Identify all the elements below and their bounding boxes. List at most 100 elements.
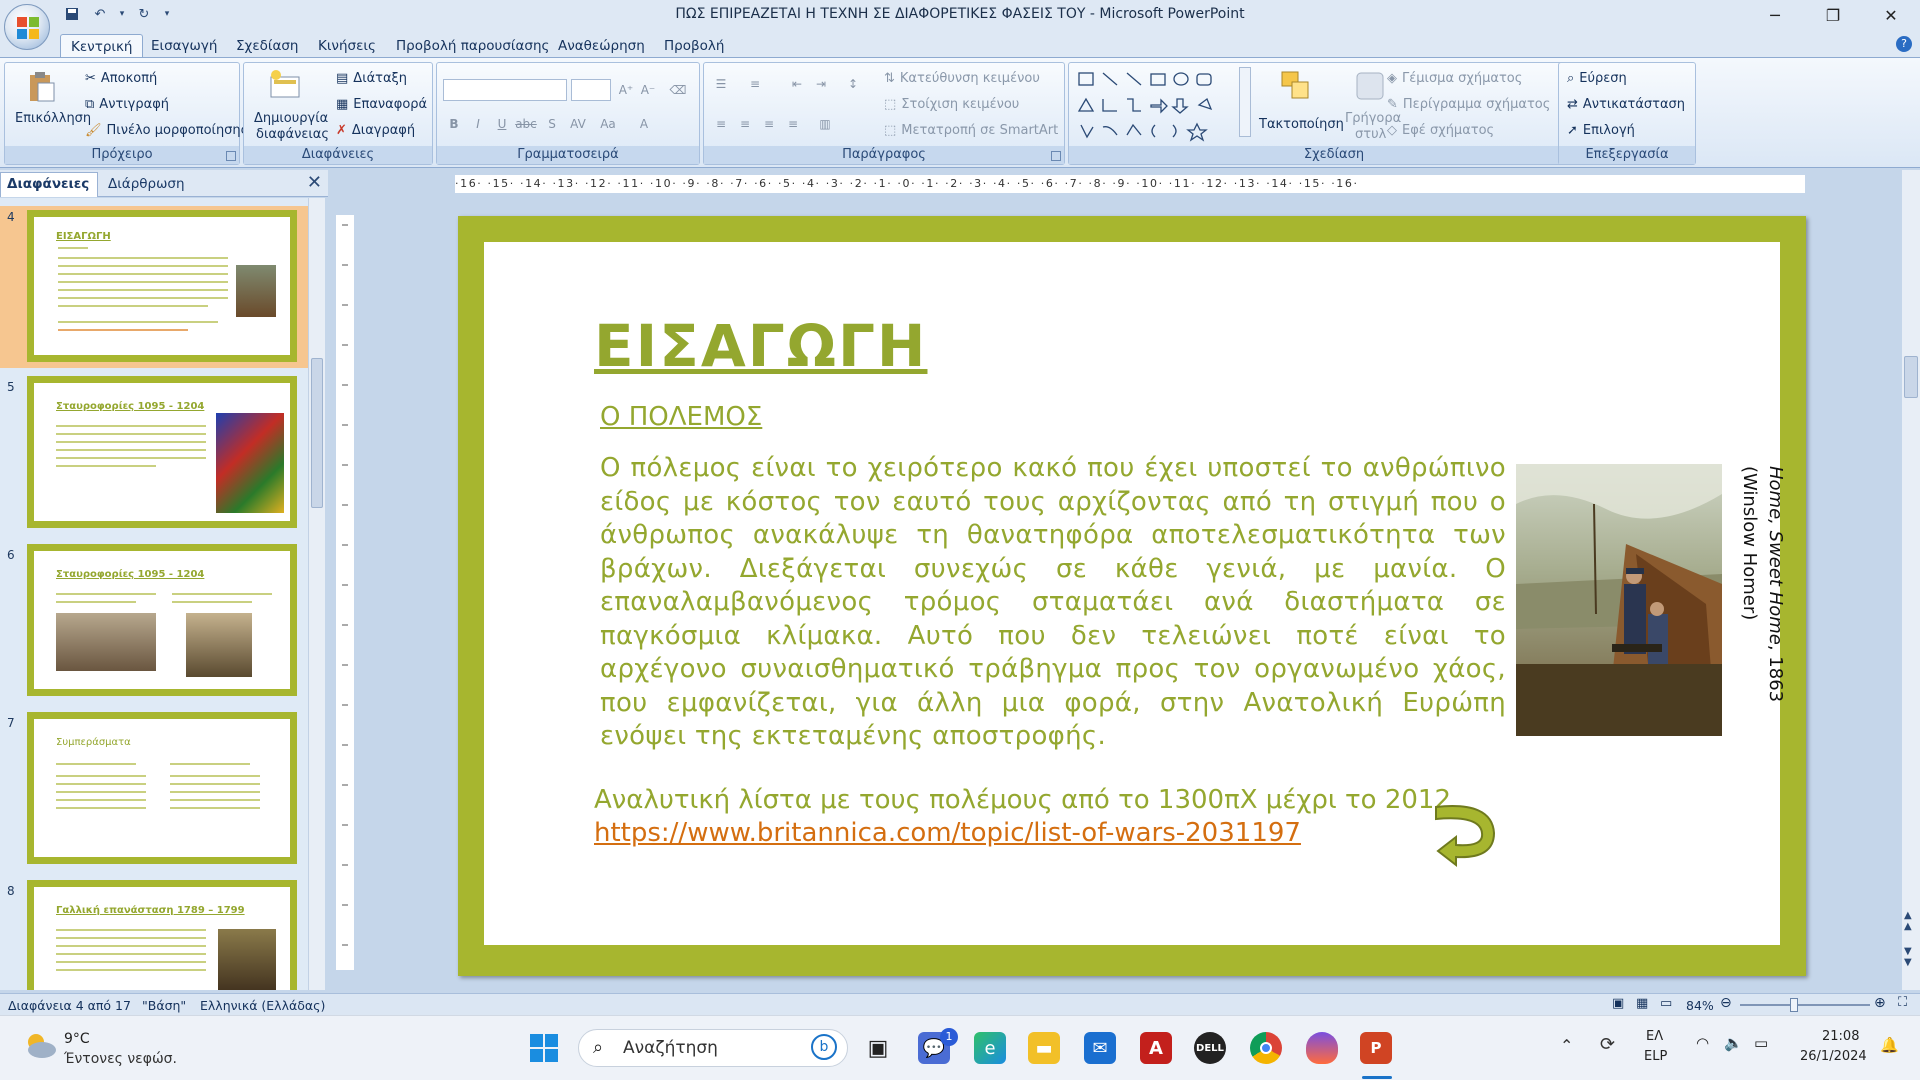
strikethrough-icon[interactable]: abc bbox=[515, 113, 537, 135]
reset-button[interactable]: ▦ Επαναφορά bbox=[336, 97, 427, 112]
slide-thumbnail[interactable]: Σταυροφορίες 1095 - 1204 bbox=[27, 376, 297, 528]
slide-subtitle[interactable]: Ο ΠΟΛΕΜΟΣ bbox=[600, 402, 762, 432]
select-button[interactable]: ➚ Επιλογή bbox=[1567, 123, 1635, 138]
thumbnail-row[interactable]: 6 Σταυροφορίες 1095 - 1204 bbox=[0, 544, 308, 704]
cut-button[interactable]: ✂ Αποκοπή bbox=[85, 71, 157, 86]
shape-effects-button[interactable]: ◇ Εφέ σχήματος bbox=[1387, 123, 1494, 138]
font-color-icon[interactable]: A bbox=[633, 113, 655, 135]
align-center-icon[interactable]: ≡ bbox=[734, 113, 756, 135]
convert-smartart-button[interactable]: ⬚ Μετατροπή σε SmartArt bbox=[884, 123, 1058, 138]
slide-body-text[interactable]: Ο πόλεμος είναι το χειρότερο κακό που έχ… bbox=[600, 452, 1506, 754]
mail-icon[interactable]: ✉ bbox=[1084, 1032, 1116, 1064]
minimize-button[interactable]: ─ bbox=[1746, 0, 1804, 30]
justify-icon[interactable]: ≡ bbox=[782, 113, 804, 135]
britannica-link[interactable]: https://www.britannica.com/topic/list-of… bbox=[594, 818, 1301, 848]
align-text-button[interactable]: ⬚ Στοίχιση κειμένου bbox=[884, 97, 1019, 112]
slide-show-icon[interactable]: ▭ bbox=[1660, 996, 1672, 1011]
painting-image[interactable] bbox=[1516, 464, 1722, 736]
zoom-slider-thumb[interactable] bbox=[1790, 998, 1798, 1012]
clipboard-launcher-icon[interactable] bbox=[226, 151, 236, 161]
slide-canvas[interactable]: ΕΙΣΑΓΩΓΗ Ο ΠΟΛΕΜΟΣ Ο πόλεμος είναι το χε… bbox=[458, 216, 1806, 976]
bullets-icon[interactable]: ☰ bbox=[710, 73, 732, 95]
arrange-button[interactable]: Τακτοποίηση bbox=[1257, 67, 1344, 145]
clock-time[interactable]: 21:08 bbox=[1822, 1029, 1859, 1044]
zoom-out-icon[interactable]: ⊖ bbox=[1720, 995, 1732, 1011]
paint-app-icon[interactable] bbox=[1306, 1032, 1338, 1064]
clear-formatting-icon[interactable]: ⌫ bbox=[667, 79, 689, 101]
chrome-icon[interactable] bbox=[1250, 1032, 1282, 1064]
slide-thumbnail[interactable]: Γαλλική επανάσταση 1789 – 1799 bbox=[27, 880, 297, 990]
slide-sorter-icon[interactable]: ▦ bbox=[1636, 996, 1648, 1011]
language-indicator[interactable]: Ελληνικά (Ελλάδας) bbox=[200, 998, 325, 1013]
restore-button[interactable]: ❐ bbox=[1804, 0, 1862, 30]
taskbar-search[interactable]: ⌕ Αναζήτηση b bbox=[578, 1029, 848, 1067]
paragraph-launcher-icon[interactable] bbox=[1051, 151, 1061, 161]
thumbnail-row[interactable]: 7 Συμπεράσματα bbox=[0, 712, 308, 872]
notifications-bell-icon[interactable]: 🔔 bbox=[1880, 1036, 1899, 1054]
layout-button[interactable]: ▤ Διάταξη bbox=[336, 71, 407, 86]
increase-indent-icon[interactable]: ⇥ bbox=[810, 73, 832, 95]
tab-home[interactable]: Κεντρική bbox=[60, 34, 144, 58]
find-button[interactable]: ⌕ Εύρεση bbox=[1567, 71, 1627, 86]
shapes-gallery-scroll[interactable] bbox=[1239, 67, 1251, 137]
dell-icon[interactable]: DELL bbox=[1194, 1032, 1226, 1064]
shape-outline-button[interactable]: ✎ Περίγραμμα σχήματος bbox=[1387, 97, 1550, 112]
input-language-2[interactable]: ELP bbox=[1644, 1049, 1667, 1064]
line-spacing-icon[interactable]: ↕ bbox=[842, 73, 864, 95]
file-explorer-icon[interactable]: ▬ bbox=[1028, 1032, 1060, 1064]
paste-button[interactable]: Επικόλληση bbox=[11, 67, 91, 142]
help-icon[interactable]: ? bbox=[1896, 36, 1912, 52]
tab-outline[interactable]: Διάρθρωση bbox=[100, 174, 193, 194]
next-slide-icon[interactable]: ▼ ▼ bbox=[1904, 946, 1912, 968]
clock-date[interactable]: 26/1/2024 bbox=[1800, 1049, 1867, 1064]
align-left-icon[interactable]: ≡ bbox=[710, 113, 732, 135]
slide-scrollbar[interactable]: ▲ ▲ ▼ ▼ bbox=[1902, 170, 1920, 990]
shapes-gallery[interactable] bbox=[1077, 71, 1237, 143]
thumbnail-row[interactable]: 5 Σταυροφορίες 1095 - 1204 bbox=[0, 376, 308, 536]
change-case-icon[interactable]: Aa bbox=[597, 113, 619, 135]
shadow-icon[interactable]: S bbox=[541, 113, 563, 135]
return-arrow-icon[interactable] bbox=[1432, 797, 1504, 873]
tab-animations[interactable]: Κινήσεις bbox=[308, 34, 386, 58]
copy-button[interactable]: ⧉ Αντιγραφή bbox=[85, 97, 169, 112]
tab-insert[interactable]: Εισαγωγή bbox=[141, 34, 227, 58]
grow-font-icon[interactable]: A⁺ bbox=[615, 79, 637, 101]
volume-icon[interactable]: 🔈 bbox=[1724, 1034, 1743, 1052]
acrobat-icon[interactable]: A bbox=[1140, 1032, 1172, 1064]
close-button[interactable]: ✕ bbox=[1862, 0, 1920, 30]
shrink-font-icon[interactable]: A⁻ bbox=[637, 79, 659, 101]
edge-icon[interactable]: e bbox=[974, 1032, 1006, 1064]
align-right-icon[interactable]: ≡ bbox=[758, 113, 780, 135]
columns-icon[interactable]: ▥ bbox=[814, 113, 836, 135]
bold-icon[interactable]: B bbox=[443, 113, 465, 135]
slide-thumbnail[interactable]: Σταυροφορίες 1095 - 1204 bbox=[27, 544, 297, 696]
char-spacing-icon[interactable]: AV bbox=[567, 113, 589, 135]
wifi-icon[interactable]: ◠ bbox=[1696, 1034, 1709, 1052]
thumbnail-row[interactable]: 4 ΕΙΣΑΓΩΓΗ bbox=[0, 206, 308, 368]
slide-thumbnail[interactable]: ΕΙΣΑΓΩΓΗ bbox=[27, 210, 297, 362]
previous-slide-icon[interactable]: ▲ ▲ bbox=[1904, 910, 1912, 932]
italic-icon[interactable]: I bbox=[467, 113, 489, 135]
new-slide-button[interactable]: Δημιουργία διαφάνειας bbox=[248, 67, 329, 147]
font-size-combo[interactable] bbox=[571, 79, 611, 101]
slides-pane-scrollbar[interactable] bbox=[308, 198, 325, 990]
zoom-level[interactable]: 84% bbox=[1686, 998, 1714, 1013]
normal-view-icon[interactable]: ▣ bbox=[1612, 996, 1624, 1011]
thumbnail-row[interactable]: 8 Γαλλική επανάσταση 1789 – 1799 bbox=[0, 880, 308, 990]
font-family-combo[interactable] bbox=[443, 79, 567, 101]
input-language-1[interactable]: ΕΛ bbox=[1646, 1029, 1663, 1044]
powerpoint-taskbar-icon[interactable]: P bbox=[1360, 1032, 1392, 1064]
tab-slides[interactable]: Διαφάνειες bbox=[0, 172, 98, 197]
battery-icon[interactable]: ▭ bbox=[1754, 1034, 1768, 1052]
chevron-up-icon[interactable]: ⌃ bbox=[1560, 1036, 1573, 1055]
zoom-in-icon[interactable]: ⊕ bbox=[1874, 995, 1886, 1011]
slide-title[interactable]: ΕΙΣΑΓΩΓΗ bbox=[594, 312, 927, 380]
tab-review[interactable]: Αναθεώρηση bbox=[548, 34, 655, 58]
shape-fill-button[interactable]: ◈ Γέμισμα σχήματος bbox=[1387, 71, 1522, 86]
task-view-icon[interactable]: ▣ bbox=[862, 1032, 894, 1064]
wars-list-text[interactable]: Αναλυτική λίστα με τους πολέμους από το … bbox=[594, 782, 1451, 818]
start-icon[interactable] bbox=[528, 1032, 560, 1064]
replace-button[interactable]: ⇄ Αντικατάσταση bbox=[1567, 97, 1685, 112]
zoom-slider[interactable] bbox=[1740, 1004, 1870, 1006]
tab-slide-show[interactable]: Προβολή παρουσίασης bbox=[386, 34, 559, 58]
